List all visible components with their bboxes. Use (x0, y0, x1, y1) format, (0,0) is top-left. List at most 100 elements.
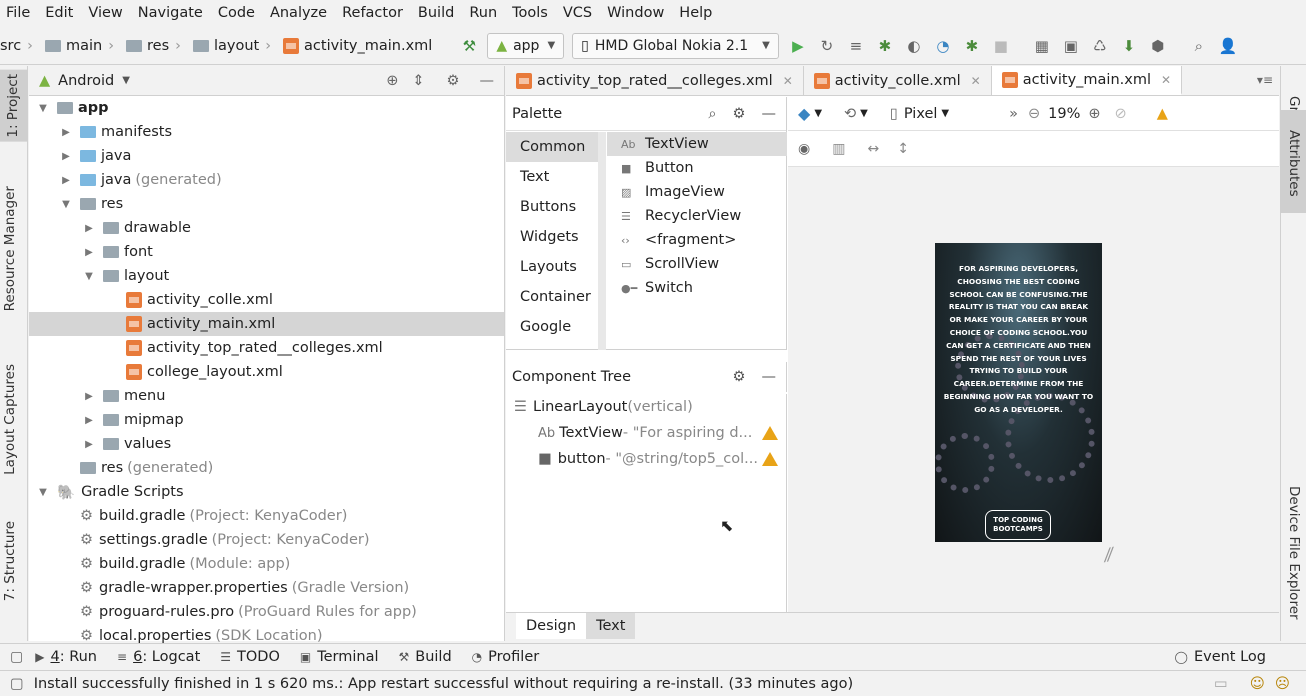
tab-structure[interactable]: 7: Structure (2, 521, 18, 601)
tab-design[interactable]: Design (516, 613, 587, 639)
tree-item[interactable]: ▶ font (29, 240, 504, 264)
device-select[interactable]: ▯ HMD Global Nokia 2.1 ▼ (572, 32, 779, 59)
close-icon[interactable]: ✕ (783, 74, 793, 88)
menu-window[interactable]: Window (607, 5, 664, 21)
search-icon[interactable]: ⌕ (1188, 35, 1210, 57)
tree-item[interactable]: college_layout.xml (29, 360, 504, 384)
chevron-right-icon[interactable]: ▶ (83, 415, 95, 426)
menu-help[interactable]: Help (679, 5, 712, 21)
tab-project[interactable]: 1: Project (0, 70, 28, 142)
menu-navigate[interactable]: Navigate (138, 5, 203, 21)
palette-category-container[interactable]: Container (506, 282, 598, 312)
chevron-right-icon[interactable]: ▶ (83, 223, 95, 234)
palette-item[interactable]: Ab TextView (607, 132, 787, 156)
minimize-icon[interactable]: — (762, 106, 777, 122)
editor-tab-top-rated[interactable]: activity_top_rated__colleges.xml ✕ (506, 66, 804, 95)
attach-debugger-icon[interactable]: ◐ (903, 35, 925, 57)
palette-category-widgets[interactable]: Widgets (506, 222, 598, 252)
profile-icon[interactable]: ◔ (932, 35, 954, 57)
tab-text[interactable]: Text (586, 613, 636, 639)
chevron-down-icon[interactable]: ▼ (941, 108, 949, 119)
chevron-right-icon[interactable]: ▶ (83, 247, 95, 258)
account-icon[interactable]: 👤 (1217, 35, 1239, 57)
palette-item[interactable]: ■ Button (607, 156, 787, 180)
tree-item[interactable]: activity_main.xml (29, 312, 504, 336)
close-icon[interactable]: ✕ (971, 74, 981, 88)
project-structure-icon[interactable]: ▦ (1031, 35, 1053, 57)
run-configuration-select[interactable]: ▲ app ▼ (487, 32, 565, 59)
vertical-resize-icon[interactable]: ↕ (897, 141, 909, 157)
breadcrumb-layout[interactable]: layout › (192, 38, 277, 54)
tree-item[interactable]: ⚙ build.gradle (Project: KenyaCoder) (29, 504, 504, 528)
tab-layout-captures[interactable]: Layout Captures (2, 364, 18, 475)
preview-button[interactable]: TOP CODING BOOTCAMPS (985, 510, 1051, 540)
palette-category-text[interactable]: Text (506, 162, 598, 192)
component-tree-button[interactable]: ■ button - "@string/top5_col... (506, 446, 786, 472)
collapse-all-icon[interactable]: ⇕ (412, 73, 424, 89)
warning-icon[interactable]: ▲ (1157, 106, 1168, 122)
palette-item[interactable]: ▨ ImageView (607, 180, 787, 204)
sync-gradle-icon[interactable]: ♺ (1089, 35, 1111, 57)
tool-build[interactable]: ⚒ Build (399, 649, 452, 665)
close-icon[interactable]: ✕ (1161, 73, 1171, 87)
eye-icon[interactable]: ◉ (798, 141, 810, 157)
tree-item[interactable]: ⚙ settings.gradle (Project: KenyaCoder) (29, 528, 504, 552)
preview-textview[interactable]: For aspiring developers, choosing the be… (943, 263, 1094, 417)
palette-item[interactable]: ☰ RecyclerView (607, 204, 787, 228)
tree-item[interactable]: activity_colle.xml (29, 288, 504, 312)
tree-item[interactable]: ▼ app (29, 96, 504, 120)
palette-category-google[interactable]: Google (506, 312, 598, 342)
editor-tab-colle[interactable]: activity_colle.xml ✕ (804, 66, 992, 95)
editor-tab-main[interactable]: activity_main.xml ✕ (991, 66, 1183, 95)
resize-handle-icon[interactable]: ⁄⁄ (1104, 545, 1114, 567)
palette-category-layouts[interactable]: Layouts (506, 252, 598, 282)
tree-item[interactable]: ⚙ gradle-wrapper.properties (Gradle Versio… (29, 576, 504, 600)
gear-icon[interactable]: ⚙ (733, 369, 746, 385)
chevron-right-icon[interactable]: ▶ (60, 127, 72, 138)
tree-item[interactable]: ▶ drawable (29, 216, 504, 240)
zoom-in-icon[interactable]: ⊕ (1088, 106, 1100, 122)
menu-analyze[interactable]: Analyze (270, 5, 327, 21)
device-preview-select[interactable]: Pixel (904, 106, 938, 122)
component-tree-textview[interactable]: Ab TextView - "For aspiring d... (506, 420, 786, 446)
tool-event-log[interactable]: ◯ Event Log (1175, 649, 1266, 665)
tool-logcat[interactable]: ≡ 6: Logcat (117, 649, 200, 665)
tool-terminal[interactable]: ▣ Terminal (300, 649, 379, 665)
tree-item[interactable]: ▶ menu (29, 384, 504, 408)
tree-item[interactable]: ▼ 🐘 Gradle Scripts (29, 480, 504, 504)
tab-list-icon[interactable]: ▾≡ (1257, 66, 1279, 95)
gear-icon[interactable]: ⚙ (447, 73, 460, 89)
tab-device-file-explorer[interactable]: Device File Explorer (1286, 486, 1302, 620)
locate-icon[interactable]: ⊕ (386, 73, 398, 89)
tool-profiler[interactable]: ◔ Profiler (472, 649, 540, 665)
sad-feedback-icon[interactable]: ☹ (1275, 676, 1290, 692)
minimize-icon[interactable]: — (480, 73, 495, 89)
tool-run[interactable]: ▶ 4: Run (35, 649, 97, 665)
palette-item[interactable]: ▭ ScrollView (607, 252, 787, 276)
status-message[interactable]: Install successfully finished in 1 s 620… (34, 676, 853, 692)
tab-attributes[interactable]: Attributes (1280, 110, 1306, 213)
tree-item[interactable]: ▼ res (29, 192, 504, 216)
menu-refactor[interactable]: Refactor (342, 5, 403, 21)
breadcrumb-main[interactable]: main › (44, 38, 120, 54)
minimize-icon[interactable]: — (762, 369, 777, 385)
chevron-right-icon[interactable]: ▶ (60, 175, 72, 186)
tree-item[interactable]: ▶ java (29, 144, 504, 168)
orientation-icon[interactable]: ⟲ (844, 106, 856, 122)
debug-icon[interactable]: ✱ (874, 35, 896, 57)
chevron-down-icon[interactable]: ▼ (814, 108, 822, 119)
warning-icon[interactable] (762, 452, 778, 466)
tree-item[interactable]: ▶ java (generated) (29, 168, 504, 192)
apply-changes-icon[interactable]: ↻ (816, 35, 838, 57)
chevron-right-icon[interactable]: ▶ (83, 391, 95, 402)
stop-icon[interactable]: ■ (990, 35, 1012, 57)
phone-preview[interactable]: For aspiring developers, choosing the be… (935, 243, 1102, 542)
palette-item[interactable]: ‹› <fragment> (607, 228, 787, 252)
tree-item[interactable]: activity_top_rated__colleges.xml (29, 336, 504, 360)
menu-edit[interactable]: Edit (45, 5, 73, 21)
tree-item[interactable]: ⚙ proguard-rules.pro (ProGuard Rules for a… (29, 600, 504, 624)
gear-icon[interactable]: ⚙ (733, 106, 746, 122)
tree-item[interactable]: ▶ manifests (29, 120, 504, 144)
sdk-manager-icon[interactable]: ⬇ (1118, 35, 1140, 57)
zoom-out-icon[interactable]: ⊖ (1028, 106, 1040, 122)
